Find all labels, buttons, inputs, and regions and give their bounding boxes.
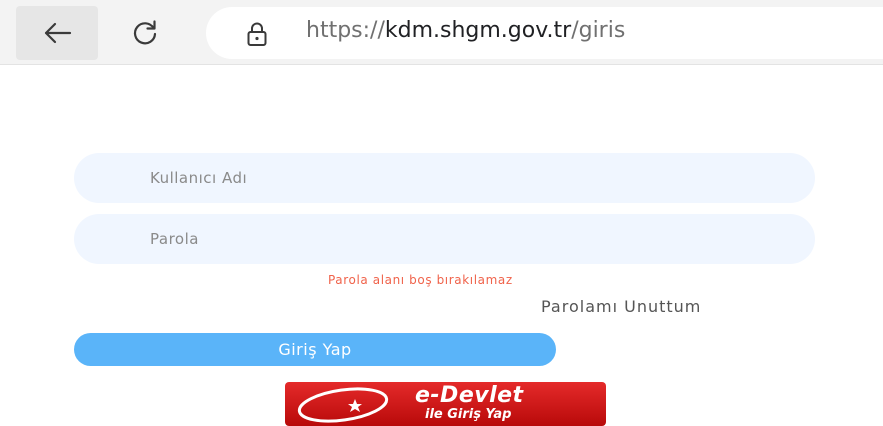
password-error-message: Parola alanı boş bırakılamaz: [328, 273, 513, 287]
url-scheme: https://: [306, 18, 385, 43]
reload-button[interactable]: [104, 6, 186, 60]
url-domain: kdm.shgm.gov.tr: [384, 18, 572, 43]
edevlet-logo-icon: [297, 387, 389, 423]
forgot-password-link[interactable]: Parolamı Unuttum: [541, 297, 701, 316]
lock-icon[interactable]: [246, 21, 268, 52]
address-bar[interactable]: https://kdm.shgm.gov.tr/giris: [206, 7, 883, 59]
edevlet-title: e-Devlet: [415, 383, 524, 408]
url-text[interactable]: https://kdm.shgm.gov.tr/giris: [306, 18, 625, 43]
reload-icon: [133, 20, 157, 45]
back-button[interactable]: [16, 6, 98, 60]
login-button[interactable]: Giriş Yap: [74, 333, 556, 366]
edevlet-subtitle: ile Giriş Yap: [425, 407, 512, 422]
edevlet-login-button[interactable]: e-Devlet ile Giriş Yap: [285, 382, 606, 426]
browser-toolbar: https://kdm.shgm.gov.tr/giris: [0, 0, 883, 65]
username-input[interactable]: [74, 153, 815, 203]
url-path: /giris: [571, 18, 626, 43]
password-input[interactable]: [74, 214, 815, 264]
arrow-left-icon: [44, 22, 72, 44]
